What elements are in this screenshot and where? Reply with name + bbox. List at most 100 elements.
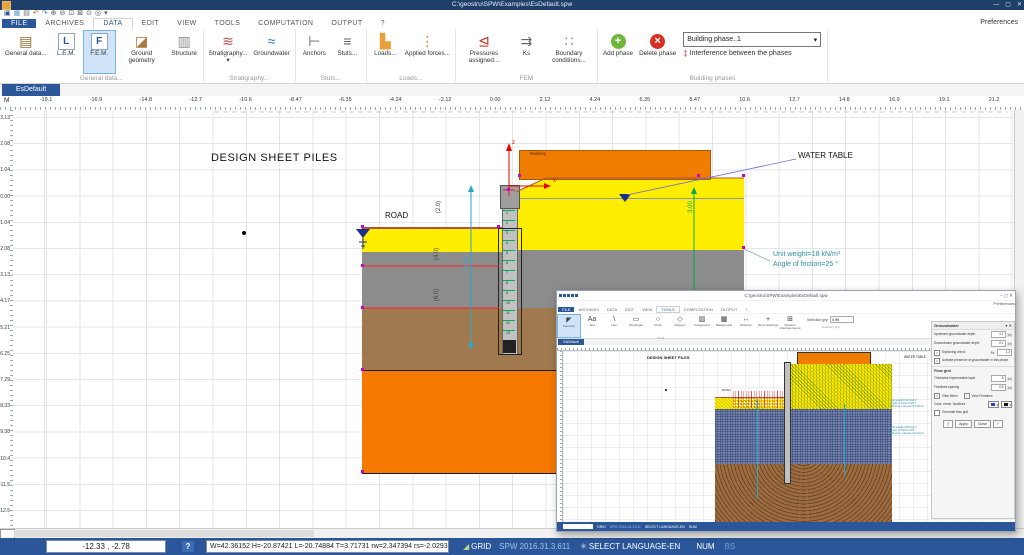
- ribbon-item-applied-forces[interactable]: ⋮Applied forces...: [402, 30, 453, 74]
- inset-tool-replace[interactable]: ⊞Replace drawings layout: [779, 314, 801, 338]
- building-block[interactable]: Building: [519, 150, 711, 180]
- inset-preview-window[interactable]: C:\geostru\SPW\Examples\EsDefault.spw – …: [556, 290, 1016, 532]
- zoom-in-icon[interactable]: ⊕: [51, 10, 57, 18]
- interference-option[interactable]: ‡Interference between the phases: [683, 49, 821, 58]
- vertex-node[interactable]: [361, 306, 364, 309]
- function-button[interactable]: ƒ: [943, 420, 953, 428]
- inset-tool-rectangle[interactable]: ▭Rectangle: [625, 314, 647, 338]
- num-lock-indicator[interactable]: NUM: [696, 542, 714, 551]
- flowlines-color-picker[interactable]: ▾: [1001, 401, 1012, 408]
- ribbon-item-anchors[interactable]: ⊢Anchors: [298, 30, 331, 74]
- menu-item-tools[interactable]: TOOLS: [206, 19, 250, 28]
- inset-tool-distance[interactable]: ↔Distance: [735, 314, 757, 338]
- redo-icon[interactable]: ↷: [42, 10, 48, 18]
- menu-item-edit[interactable]: EDIT: [621, 307, 638, 312]
- document-tab[interactable]: EsDefault: [2, 84, 60, 96]
- menu-item-tools[interactable]: TOOLS: [656, 306, 680, 313]
- inset-tool-cursor[interactable]: ◤Selection: [557, 314, 581, 338]
- ribbon-item-ks[interactable]: ⇉Ks: [510, 30, 543, 74]
- inset-grid-toggle[interactable]: GRID: [597, 525, 606, 529]
- menu-item-archives[interactable]: ARCHIVES: [36, 19, 93, 28]
- ribbon-item-struts[interactable]: ≡Stuts...: [331, 30, 364, 74]
- menu-item-data[interactable]: DATA: [93, 18, 132, 29]
- fs-input[interactable]: 1.3: [997, 349, 1012, 356]
- inset-language-selector[interactable]: SELECT LANGUAGE-EN: [645, 525, 685, 529]
- sheet-pile-cap[interactable]: [500, 185, 520, 209]
- ribbon-item-add-phase[interactable]: +Add phase: [600, 30, 636, 74]
- menu-item-data[interactable]: DATA: [603, 307, 621, 312]
- language-selector[interactable]: ✳ SELECT LANGUAGE-EN: [580, 542, 680, 551]
- horizontal-scroll-thumb[interactable]: [14, 530, 314, 537]
- inset-tool-move[interactable]: +Move drawings: [757, 314, 779, 338]
- preferences-link[interactable]: Preferences: [980, 19, 1018, 26]
- menu-item-view[interactable]: VIEW: [638, 307, 656, 312]
- close-panel-button[interactable]: Close: [974, 420, 991, 428]
- help-icon[interactable]: ?: [182, 541, 194, 552]
- menu-item-view[interactable]: VIEW: [168, 19, 206, 28]
- activate-groundwater-checkbox[interactable]: ✓: [934, 358, 940, 364]
- downstream-depth-input[interactable]: 2.1: [991, 340, 1006, 347]
- view-flowlines-checkbox[interactable]: ✓: [964, 393, 970, 399]
- zoom-out-icon[interactable]: ⊖: [60, 10, 66, 18]
- save-icon[interactable]: ▦: [14, 10, 21, 18]
- upstream-depth-input[interactable]: 1.1: [991, 331, 1006, 338]
- zoom-extents-icon[interactable]: ⊠: [77, 10, 83, 18]
- ribbon-item-fem[interactable]: FF.E.M.: [83, 30, 116, 74]
- menu-item-?[interactable]: ?: [372, 19, 394, 28]
- spacing-input[interactable]: 0.5: [991, 384, 1006, 391]
- app-icon[interactable]: ▣: [4, 10, 11, 18]
- menu-item-edit[interactable]: EDIT: [133, 19, 169, 28]
- close-button[interactable]: ✕: [1017, 0, 1022, 10]
- menu-item-archives[interactable]: ARCHIVES: [574, 307, 602, 312]
- menu-item-output[interactable]: OUTPUT: [717, 307, 741, 312]
- inset-tool-text[interactable]: AaText: [581, 314, 603, 338]
- vertex-node[interactable]: [742, 174, 745, 177]
- print-icon[interactable]: ▤: [23, 10, 30, 18]
- zoom-window-icon[interactable]: ⊡: [68, 10, 74, 18]
- panel-pin-close-icons[interactable]: ▾ ✕: [1006, 323, 1012, 328]
- vertex-node[interactable]: [742, 246, 745, 249]
- ribbon-item-structure[interactable]: ▥Structure: [168, 30, 201, 74]
- inset-tool-circle[interactable]: ○Circle: [647, 314, 669, 338]
- soil-layer-yellow-right[interactable]: [516, 178, 744, 250]
- ribbon-item-loads[interactable]: ▙Loads...: [369, 30, 402, 74]
- vertex-node[interactable]: [697, 174, 700, 177]
- pan-icon[interactable]: ◎: [95, 10, 101, 18]
- vertex-node[interactable]: [361, 264, 364, 267]
- view-mesh-checkbox[interactable]: ✓: [934, 393, 940, 399]
- inset-tool-foreground[interactable]: ▨Foreground: [691, 314, 713, 338]
- ribbon-item-lem[interactable]: LL.E.M.: [50, 30, 83, 74]
- vertex-node[interactable]: [518, 174, 521, 177]
- ribbon-item-groundwater[interactable]: ≈Groundwater: [250, 30, 292, 74]
- ribbon-item-boundary-conditions[interactable]: ∷Boundary conditions...: [543, 30, 595, 74]
- menu-item-file[interactable]: FILE: [558, 307, 574, 312]
- building-phase-select[interactable]: Building phase..1▾: [683, 32, 821, 47]
- vertex-node[interactable]: [361, 225, 364, 228]
- thickness-input[interactable]: 5: [991, 375, 1006, 382]
- vertex-node[interactable]: [361, 470, 364, 473]
- ribbon-item-pressures[interactable]: ⊴Pressures assigned...: [458, 30, 510, 74]
- panel-help-button[interactable]: ?: [993, 420, 1003, 428]
- menu-item-?[interactable]: ?: [741, 307, 751, 312]
- inset-tool-line[interactable]: ∖Line: [603, 314, 625, 338]
- inset-window-controls[interactable]: – ▢ ✕: [1000, 293, 1013, 299]
- ribbon-item-general-data[interactable]: ▤General data...: [2, 30, 50, 74]
- maximize-button[interactable]: ▢: [1005, 0, 1011, 10]
- vertex-node[interactable]: [507, 188, 510, 191]
- vertex-node[interactable]: [497, 225, 500, 228]
- minimize-button[interactable]: —: [993, 0, 999, 10]
- more-icon[interactable]: ▾: [104, 10, 108, 18]
- inset-tool-background[interactable]: ▩Background: [713, 314, 735, 338]
- zoom-previous-icon[interactable]: ⊙: [86, 10, 92, 18]
- undo-icon[interactable]: ↶: [33, 10, 39, 18]
- menu-item-computation[interactable]: COMPUTATION: [249, 19, 322, 28]
- ribbon-item-delete-phase[interactable]: ×Delete phase: [636, 30, 679, 74]
- generate-flow-grid-checkbox[interactable]: [934, 410, 940, 416]
- menu-item-file[interactable]: FILE: [2, 19, 36, 28]
- selection-grip-input[interactable]: [830, 316, 854, 323]
- mesh-color-picker[interactable]: ▾: [988, 401, 999, 408]
- grid-toggle[interactable]: ◢ GRID: [463, 542, 491, 551]
- ribbon-item-ground-geometry[interactable]: ◪Ground geometry: [116, 30, 168, 74]
- inset-tool-polygon[interactable]: ◇Polygon: [669, 314, 691, 338]
- siphoning-checkbox[interactable]: ✓: [934, 350, 940, 356]
